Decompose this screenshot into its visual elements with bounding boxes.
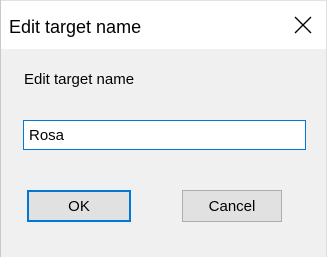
prompt-label: Edit target name <box>24 71 135 88</box>
edit-target-name-dialog: Edit target name Edit target name OK Can… <box>0 0 327 257</box>
ok-button-label: OK <box>68 197 90 215</box>
cancel-button-label: Cancel <box>208 197 256 215</box>
cancel-button[interactable]: Cancel <box>182 190 282 222</box>
dialog-title: Edit target name <box>9 17 142 37</box>
dialog-body: Edit target name OK Cancel <box>1 49 326 257</box>
close-icon <box>294 16 312 34</box>
target-name-input[interactable] <box>23 120 306 150</box>
title-bar[interactable]: Edit target name <box>1 1 326 49</box>
close-button[interactable] <box>280 1 326 49</box>
ok-button[interactable]: OK <box>27 190 131 222</box>
